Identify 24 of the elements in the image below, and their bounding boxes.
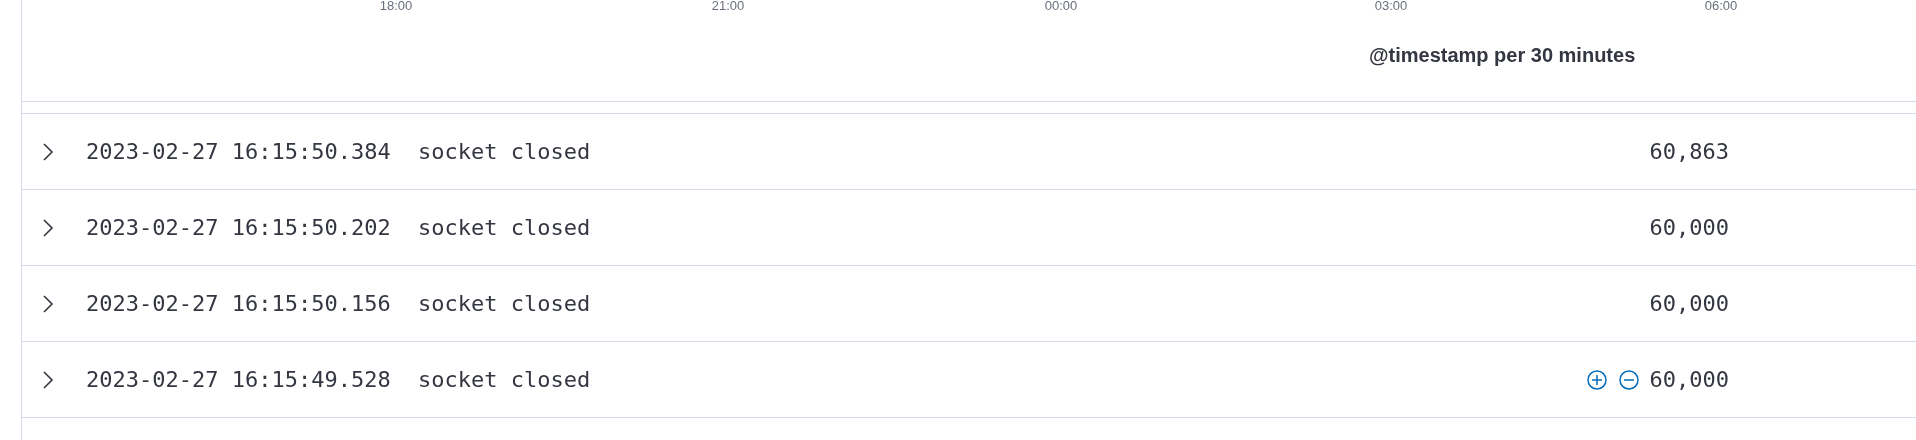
table-cell: socket closed xyxy=(418,215,591,240)
chevron-icon xyxy=(42,369,54,390)
chevron-icon xyxy=(42,141,54,162)
filter-out-icon[interactable] xyxy=(1617,368,1640,391)
table-cell-text: 2023-02-27 16:15:49.528 xyxy=(86,367,392,392)
filter-for-icon[interactable] xyxy=(1585,368,1608,391)
axis-tick-label: 06:00 xyxy=(1704,0,1738,13)
table-cell: socket closed xyxy=(418,291,591,316)
table-cell: 60,000 xyxy=(1649,291,1729,316)
table-cell: socket closed xyxy=(418,139,591,164)
table-cell: 60,000 xyxy=(1649,367,1729,392)
table-cell: socket closed xyxy=(418,367,591,392)
axis-tick-label: 18:00 xyxy=(379,0,413,13)
table-cell-text: 2023-02-27 16:15:50.384 xyxy=(86,139,392,164)
table-cell: 60,000 xyxy=(1649,215,1729,240)
axis-tick-label: 00:00 xyxy=(1044,0,1078,13)
axis-tick-label: 21:00 xyxy=(711,0,745,13)
chevron-icon xyxy=(42,293,54,314)
chevron-icon xyxy=(42,217,54,238)
table-cell-text: 2023-02-27 16:15:50.202 xyxy=(86,215,392,240)
table-cell: 60,863 xyxy=(1649,139,1729,164)
axis-title: @timestamp per 30 minutes xyxy=(1369,44,1636,67)
axis-tick-label: 03:00 xyxy=(1374,0,1408,13)
table-cell-text: 2023-02-27 16:15:50.156 xyxy=(86,291,392,316)
